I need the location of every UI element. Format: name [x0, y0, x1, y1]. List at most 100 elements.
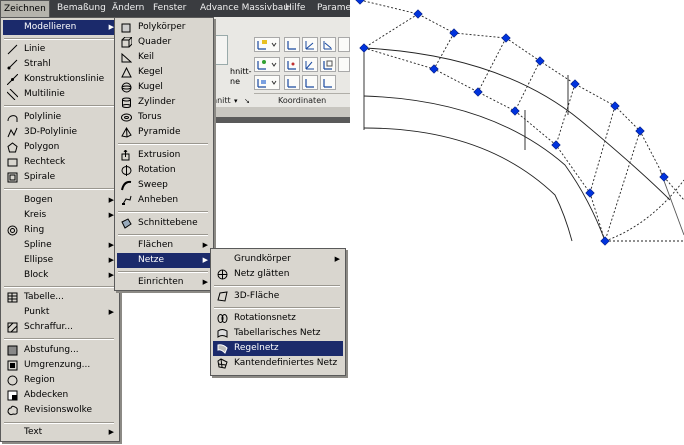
- menuitem-abdecken[interactable]: Abdecken: [3, 388, 117, 403]
- menuitem-modellieren[interactable]: Modellieren ▶: [3, 20, 117, 35]
- section-plane-large-icon[interactable]: [214, 35, 228, 65]
- ucs-named-icon[interactable]: [302, 75, 318, 90]
- menuitem-spirale[interactable]: Spirale: [3, 170, 117, 185]
- panel-arrow-icon[interactable]: ↘: [244, 97, 250, 105]
- menuitem-3d-flaeche[interactable]: 3D-Fläche: [213, 289, 343, 304]
- menuitem-netze[interactable]: Netze ▶: [117, 253, 211, 268]
- menuitem-polygon[interactable]: Polygon: [3, 140, 117, 155]
- ucs-x-icon[interactable]: [302, 37, 318, 52]
- menu-zeichnen[interactable]: Zeichnen: [0, 0, 50, 17]
- netze-menu: Grundkörper ▶ Netz glätten 3D-Fläche Rota…: [210, 248, 346, 376]
- menuitem-linie[interactable]: Linie: [3, 42, 117, 57]
- menuitem-konstruktionslinie[interactable]: Konstruktionslinie: [3, 72, 117, 87]
- ucs-z-icon[interactable]: [338, 37, 350, 52]
- menuitem-strahl[interactable]: Strahl: [3, 57, 117, 72]
- menuitem-polylinie[interactable]: Polylinie: [3, 110, 117, 125]
- menuitem-rechteck[interactable]: Rechteck: [3, 155, 117, 170]
- menuitem-extrusion[interactable]: Extrusion: [117, 148, 211, 163]
- menuitem-pyramide[interactable]: Pyramide: [117, 125, 211, 140]
- menuitem-umgrenzung[interactable]: Umgrenzung...: [3, 358, 117, 373]
- ucs-icon[interactable]: [254, 37, 280, 52]
- menuitem-3d-polylinie[interactable]: 3D-Polylinie: [3, 125, 117, 140]
- menuitem-einrichten[interactable]: Einrichten ▶: [117, 275, 211, 290]
- revision-cloud-icon: [7, 405, 18, 416]
- polygon-icon: [7, 142, 18, 153]
- drawing-area-edge: [210, 117, 350, 123]
- menuitem-region[interactable]: Region: [3, 373, 117, 388]
- menuitem-torus[interactable]: Torus: [117, 110, 211, 125]
- polyline-icon: [7, 115, 18, 122]
- ucs-object-icon[interactable]: [320, 57, 336, 72]
- ribbon-bottom-strip: [210, 107, 350, 117]
- menuitem-kugel[interactable]: Kugel: [117, 80, 211, 95]
- construction-line-icon: [7, 74, 18, 85]
- menuitem-grundkoerper[interactable]: Grundkörper ▶: [213, 252, 343, 267]
- wedge-icon: [121, 52, 132, 63]
- line-icon: [7, 44, 18, 55]
- menuitem-regelnetz[interactable]: Regelnetz: [213, 341, 343, 356]
- ucs-previous-icon[interactable]: [284, 75, 300, 90]
- menuitem-kreis[interactable]: Kreis ▶: [3, 208, 117, 223]
- panel-expand-icon[interactable]: ▾: [234, 97, 238, 105]
- menuitem-anheben[interactable]: Anheben: [117, 193, 211, 208]
- zeichnen-menu: Modellieren ▶ Linie Strahl Konstruktionsl…: [0, 17, 120, 442]
- ring-icon: [7, 225, 18, 236]
- edge-mesh-icon: [217, 358, 228, 369]
- menuitem-tabellarisches-netz[interactable]: Tabellarisches Netz: [213, 326, 343, 341]
- menuitem-keil[interactable]: Keil: [117, 50, 211, 65]
- ucs-apply-icon[interactable]: [320, 75, 336, 90]
- menuitem-schraffur[interactable]: Schraffur...: [3, 320, 117, 335]
- section-plane-icon: [121, 218, 132, 229]
- menuitem-revisionswolke[interactable]: Revisionswolke: [3, 403, 117, 418]
- menu-bemassung[interactable]: Bemaßung: [54, 0, 109, 17]
- menuitem-zylinder[interactable]: Zylinder: [117, 95, 211, 110]
- modellieren-menu: Polykörper Quader Keil Kegel Kugel Zylin…: [114, 17, 214, 291]
- table-icon: [7, 292, 18, 303]
- drawing-canvas[interactable]: [350, 0, 684, 445]
- rectangle-icon: [7, 158, 18, 167]
- hatch-icon: [7, 322, 18, 333]
- menu-parameter[interactable]: Parame: [314, 0, 354, 17]
- sweep-icon: [121, 180, 132, 191]
- menuitem-text[interactable]: Text ▶: [3, 425, 117, 440]
- menu-aendern[interactable]: Ändern: [109, 0, 147, 17]
- menuitem-ellipse[interactable]: Ellipse ▶: [3, 253, 117, 268]
- menuitem-kegel[interactable]: Kegel: [117, 65, 211, 80]
- ray-icon: [7, 59, 18, 70]
- ruled-mesh-drawing: [359, 0, 684, 242]
- ucs-origin-icon[interactable]: [254, 57, 280, 72]
- ucs-world-icon[interactable]: [284, 37, 300, 52]
- menuitem-rotationsnetz[interactable]: Rotationsnetz: [213, 311, 343, 326]
- menuitem-ring[interactable]: Ring: [3, 223, 117, 238]
- ribbon-fragment-3: hnitt: [212, 96, 231, 105]
- ribbon-fragment-1: hnitt-: [230, 67, 252, 76]
- ucs-view-icon[interactable]: [254, 75, 280, 90]
- menuitem-block[interactable]: Block ▶: [3, 268, 117, 283]
- menuitem-quader[interactable]: Quader: [117, 35, 211, 50]
- menu-advance-massivbau[interactable]: Advance Massivbau: [197, 0, 292, 17]
- menuitem-netz-glaetten[interactable]: Netz glätten: [213, 267, 343, 282]
- menuitem-abstufung[interactable]: Abstufung...: [3, 343, 117, 358]
- ucs-3point-icon[interactable]: [284, 57, 300, 72]
- ucs-zaxis-icon[interactable]: [302, 57, 318, 72]
- menuitem-flaechen[interactable]: Flächen ▶: [117, 238, 211, 253]
- menuitem-spline[interactable]: Spline ▶: [3, 238, 117, 253]
- ruled-mesh-icon: [217, 344, 228, 354]
- multiline-icon: [7, 89, 18, 100]
- menuitem-sweep[interactable]: Sweep: [117, 178, 211, 193]
- menuitem-bogen[interactable]: Bogen ▶: [3, 193, 117, 208]
- menu-fenster[interactable]: Fenster: [150, 0, 189, 17]
- menuitem-tabelle[interactable]: Tabelle...: [3, 290, 117, 305]
- menuitem-punkt[interactable]: Punkt ▶: [3, 305, 117, 320]
- ucs-face-icon[interactable]: [338, 57, 350, 72]
- menuitem-multilinie[interactable]: Multilinie: [3, 87, 117, 102]
- menu-hilfe[interactable]: Hilfe: [282, 0, 308, 17]
- menuitem-rotation[interactable]: Rotation: [117, 163, 211, 178]
- menuitem-polykoerper[interactable]: Polykörper: [117, 20, 211, 35]
- ucs-y-icon[interactable]: [320, 37, 336, 52]
- grip-points[interactable]: [355, 0, 669, 246]
- menuitem-kantendefiniertes-netz[interactable]: Kantendefiniertes Netz: [213, 356, 343, 371]
- menuitem-schnittebene[interactable]: Schnittebene: [117, 216, 211, 231]
- gradient-icon: [7, 345, 18, 356]
- 3d-face-icon: [217, 291, 228, 302]
